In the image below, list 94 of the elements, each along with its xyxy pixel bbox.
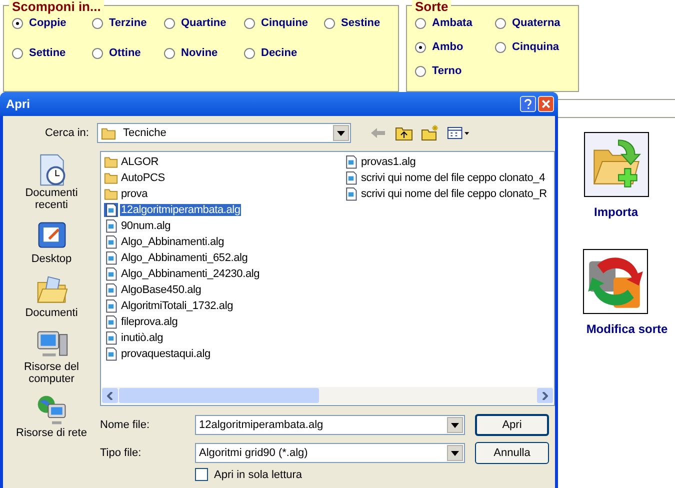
file-item[interactable]: provas1.alg	[360, 156, 417, 168]
radio-button[interactable]	[164, 48, 175, 58]
option-label[interactable]: Settine	[29, 47, 66, 59]
file-type-dropdown[interactable]: Algoritmi grid90 (*.alg)	[195, 443, 465, 463]
folder-plus-icon[interactable]	[584, 132, 648, 197]
new-folder-icon[interactable]	[421, 125, 439, 141]
option-label[interactable]: Ambata	[432, 17, 472, 29]
radio-button[interactable]	[324, 18, 335, 28]
option-label[interactable]: Coppie	[29, 17, 66, 29]
action-label[interactable]: Importa	[594, 205, 638, 219]
radio-button[interactable]	[12, 18, 23, 28]
place-label[interactable]: Documenti	[12, 307, 92, 319]
place-label[interactable]: Risorse di rete	[12, 427, 92, 439]
panel-title: Sorte	[412, 0, 452, 14]
file-item[interactable]: AutoPCS	[120, 172, 166, 184]
place-label[interactable]: Documenti recenti	[12, 187, 92, 211]
open-button[interactable]: Apri	[475, 414, 549, 436]
document-icon	[104, 251, 118, 265]
option-label[interactable]: Terno	[432, 65, 462, 77]
folder-icon	[101, 126, 116, 140]
cancel-button[interactable]: Annulla	[475, 442, 549, 464]
document-icon	[344, 187, 358, 201]
file-item[interactable]: AlgoBase450.alg	[120, 284, 202, 296]
document-icon	[104, 347, 118, 361]
file-item[interactable]: Algo_Abbinamenti_652.alg	[120, 252, 249, 264]
file-item[interactable]: provaquestaqui.alg	[120, 348, 212, 360]
read-only-checkbox[interactable]	[195, 468, 208, 481]
radio-button[interactable]	[495, 42, 506, 52]
file-item[interactable]: scrivi qui nome del file ceppo clonato_4	[360, 172, 546, 184]
radio-button[interactable]	[244, 48, 255, 58]
dropdown-arrow-icon[interactable]	[451, 450, 459, 456]
radio-button[interactable]	[415, 18, 426, 28]
file-item[interactable]: inutiò.alg	[120, 332, 164, 344]
folder-icon	[104, 187, 118, 201]
radio-button[interactable]	[92, 48, 103, 58]
folder-icon	[104, 171, 118, 185]
place-label[interactable]: Risorse del computer	[12, 361, 92, 385]
document-icon	[344, 155, 358, 169]
radio-button[interactable]	[244, 18, 255, 28]
dropdown-arrow-icon[interactable]	[337, 130, 345, 136]
file-item[interactable]: scrivi qui nome del file ceppo clonato_R	[360, 188, 548, 200]
option-label[interactable]: Quaterna	[512, 17, 560, 29]
document-icon	[104, 331, 118, 345]
close-icon[interactable]	[538, 96, 554, 112]
window-title: Apri	[6, 97, 30, 111]
option-label[interactable]: Cinquine	[261, 17, 308, 29]
document-icon	[104, 315, 118, 329]
dropdown-arrow-icon[interactable]	[451, 422, 459, 428]
file-item[interactable]: fileprova.alg	[120, 316, 179, 328]
option-label[interactable]: Cinquina	[512, 41, 560, 53]
option-label[interactable]: Ottine	[109, 47, 141, 59]
file-type-label: Tipo file:	[100, 447, 142, 459]
file-name-label: Nome file:	[100, 419, 151, 431]
radio-button[interactable]	[164, 18, 175, 28]
file-item[interactable]: Algo_Abbinamenti.alg	[120, 236, 226, 248]
scroll-right-icon[interactable]	[542, 392, 548, 400]
document-icon	[104, 235, 118, 249]
option-label[interactable]: Novine	[181, 47, 218, 59]
place-label[interactable]: Desktop	[12, 253, 92, 265]
radio-button[interactable]	[415, 66, 426, 76]
document-icon	[104, 283, 118, 297]
file-item[interactable]: Algo_Abbinamenti_24230.alg	[120, 268, 261, 280]
radio-button[interactable]	[415, 42, 426, 52]
horizontal-scrollbar[interactable]	[102, 387, 553, 404]
radio-button[interactable]	[495, 18, 506, 28]
document-icon	[104, 299, 118, 313]
view-menu-icon[interactable]	[447, 125, 471, 141]
file-item[interactable]: prova	[120, 188, 149, 200]
look-in-label: Cerca in:	[44, 127, 90, 139]
option-label[interactable]: Decine	[261, 47, 298, 59]
file-item[interactable]: ALGOR	[120, 156, 160, 168]
option-label[interactable]: Sestine	[341, 17, 380, 29]
look-in-dropdown[interactable]: Tecniche	[97, 123, 351, 143]
read-only-label[interactable]: Apri in sola lettura	[214, 468, 302, 480]
panel-title: Scomponi in...	[9, 0, 104, 14]
radio-button[interactable]	[12, 48, 23, 58]
file-item[interactable]: 90num.alg	[120, 220, 172, 232]
help-icon[interactable]	[520, 96, 536, 112]
file-item[interactable]: AlgoritmiTotali_1732.alg	[120, 300, 234, 312]
document-icon	[104, 267, 118, 281]
radio-button[interactable]	[92, 18, 103, 28]
up-folder-icon[interactable]	[395, 125, 413, 141]
file-item[interactable]: 12algoritmiperambata.alg	[120, 204, 242, 216]
option-label[interactable]: Ambo	[432, 41, 464, 53]
option-label[interactable]: Quartine	[181, 17, 226, 29]
document-icon	[104, 219, 118, 233]
option-label[interactable]: Terzine	[109, 17, 147, 29]
file-name-field[interactable]: 12algoritmiperambata.alg	[195, 415, 465, 435]
action-label[interactable]: Modifica sorte	[586, 322, 668, 336]
scroll-left-icon[interactable]	[107, 392, 113, 400]
folder-icon	[104, 155, 118, 169]
document-icon	[104, 203, 118, 217]
sync-arrows-icon[interactable]	[583, 249, 648, 314]
document-icon	[344, 171, 358, 185]
